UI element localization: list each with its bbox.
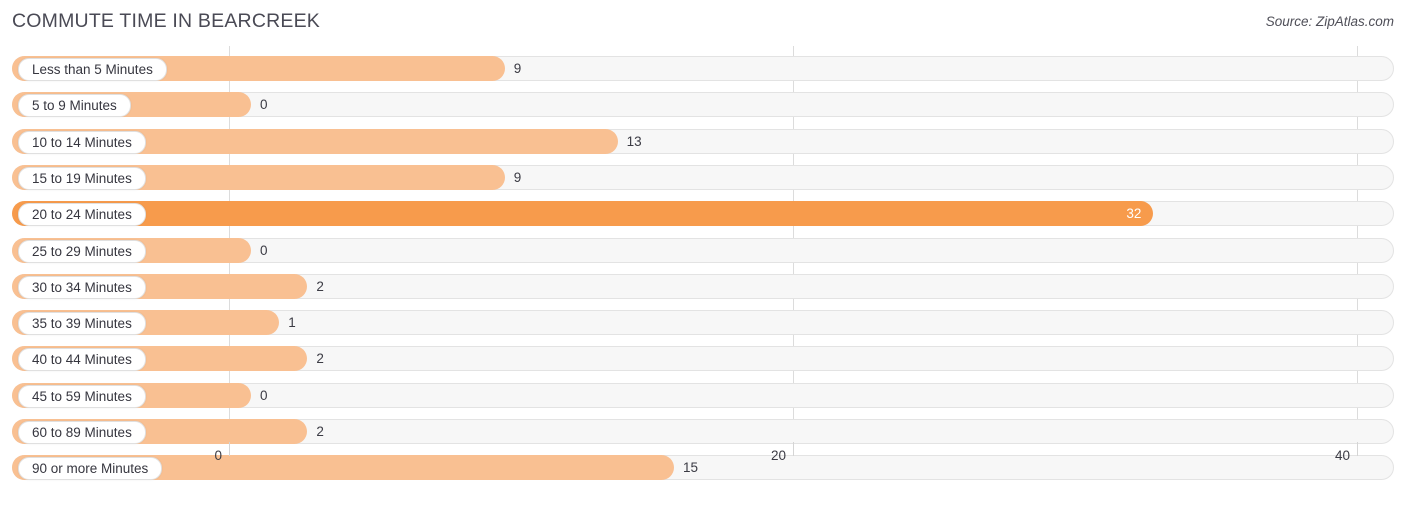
bar-value: 2	[316, 278, 324, 294]
source-attribution: Source: ZipAtlas.com	[1265, 14, 1394, 29]
bar-row[interactable]: Less than 5 Minutes 9	[12, 56, 1394, 81]
axis-tick-label: 20	[770, 448, 786, 463]
axis-tick-label: 40	[1334, 448, 1350, 463]
bar-row[interactable]: 30 to 34 Minutes 2	[12, 273, 1394, 299]
bar-value: 32	[1126, 206, 1142, 222]
bar-label: 30 to 34 Minutes	[18, 275, 146, 299]
bar-label: Less than 5 Minutes	[18, 58, 167, 81]
bar-row[interactable]: 15 to 19 Minutes 9	[12, 164, 1394, 190]
axis-tick-label: 0	[214, 448, 222, 463]
bar-value: 9	[513, 61, 522, 76]
bar-row[interactable]: 20 to 24 Minutes 32	[12, 201, 1394, 227]
bar-row[interactable]: 40 to 44 Minutes 2	[12, 346, 1394, 372]
bar-label: 5 to 9 Minutes	[18, 94, 131, 118]
bar-row[interactable]: 35 to 39 Minutes 1	[12, 310, 1394, 336]
bar-value: 2	[316, 351, 324, 367]
bar-row[interactable]: 5 to 9 Minutes 0	[12, 92, 1394, 118]
bar-value: 2	[316, 424, 324, 439]
axis-tick-mark	[793, 442, 794, 456]
bar-value: 0	[260, 97, 268, 113]
page-title: COMMUTE TIME IN BEARCREEK	[12, 10, 321, 32]
bar-row[interactable]: 10 to 14 Minutes 13	[12, 128, 1394, 154]
bar-row[interactable]: 60 to 89 Minutes 2	[12, 419, 1394, 444]
axis-tick-mark	[229, 442, 230, 456]
bar-label: 20 to 24 Minutes	[18, 203, 146, 227]
bar-value: 0	[260, 242, 268, 258]
bar-row[interactable]: 45 to 59 Minutes 0	[12, 382, 1394, 408]
bar-label: 10 to 14 Minutes	[18, 130, 146, 154]
bar-label: 45 to 59 Minutes	[18, 384, 146, 408]
chart-plot-area: Less than 5 Minutes 9 5 to 9 Minutes 0 10 to…	[0, 46, 1406, 488]
axis-tick-mark	[1357, 442, 1358, 456]
bar	[12, 201, 1154, 227]
bar-value: 13	[626, 133, 642, 149]
bar-label: 40 to 44 Minutes	[18, 348, 146, 372]
bar-label: 35 to 39 Minutes	[18, 312, 146, 336]
bar-label: 60 to 89 Minutes	[18, 421, 146, 444]
bar-label: 25 to 29 Minutes	[18, 239, 146, 263]
bar-value: 0	[260, 387, 268, 403]
chart-header: COMMUTE TIME IN BEARCREEK Source: ZipAtl…	[0, 0, 1406, 46]
x-axis: 0 20 40	[0, 442, 1406, 488]
bar-value: 9	[513, 169, 522, 185]
bar-row[interactable]: 25 to 29 Minutes 0	[12, 237, 1394, 263]
bar-value: 1	[288, 315, 296, 331]
bar-label: 15 to 19 Minutes	[18, 166, 146, 190]
